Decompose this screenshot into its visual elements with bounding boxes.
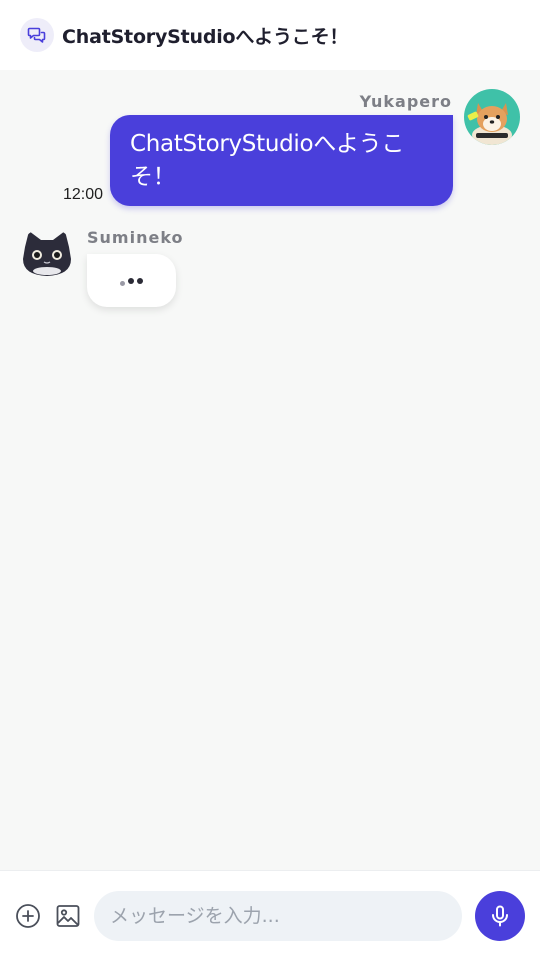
sender-name-yukapero: Yukapero bbox=[359, 92, 452, 111]
microphone-icon[interactable] bbox=[475, 891, 525, 941]
sender-name-sumineko: Sumineko bbox=[87, 228, 184, 247]
image-icon[interactable] bbox=[55, 903, 81, 929]
page-title: ChatStoryStudioへようこそ！ bbox=[62, 25, 349, 48]
plus-circle-icon[interactable] bbox=[15, 903, 41, 929]
chat-bubbles-icon bbox=[20, 18, 54, 52]
sent-message-bubble[interactable]: ChatStoryStudioへようこ そ！ bbox=[110, 115, 453, 206]
typing-dot bbox=[137, 277, 143, 284]
typing-dot bbox=[120, 281, 125, 286]
shiba-dog-avatar[interactable] bbox=[464, 89, 520, 145]
message-composer bbox=[0, 870, 540, 960]
message-text: ChatStoryStudioへようこ そ！ bbox=[130, 131, 405, 190]
message-input[interactable] bbox=[94, 891, 462, 941]
message-list[interactable]: Yukapero ChatStoryStudioへようこ そ！ 12:00 Su… bbox=[0, 70, 540, 870]
message-timestamp: 12:00 bbox=[63, 186, 104, 203]
chat-header: ChatStoryStudioへようこそ！ bbox=[0, 0, 540, 70]
typing-indicator bbox=[87, 254, 176, 307]
typing-dot bbox=[128, 277, 134, 284]
black-cat-avatar[interactable] bbox=[19, 227, 75, 283]
